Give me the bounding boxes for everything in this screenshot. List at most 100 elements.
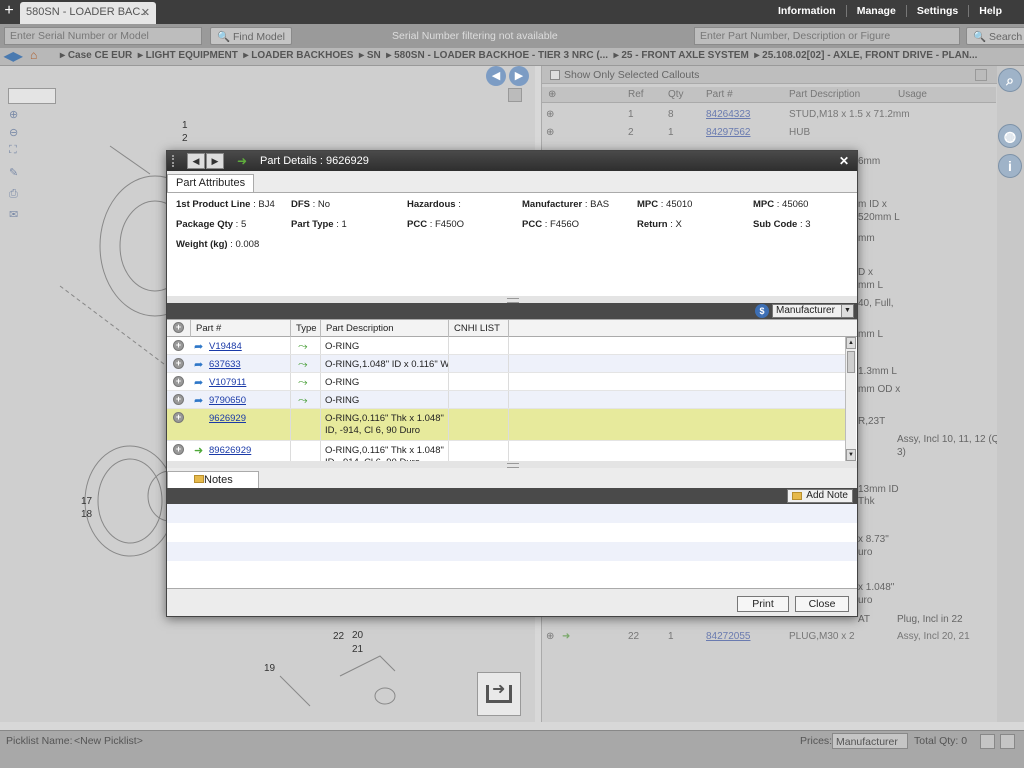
table-row[interactable]: + ➜ 89626929 O-RING,0.116" Thk x 1.048" …: [167, 441, 845, 461]
column-type[interactable]: Type: [291, 320, 321, 337]
close-tab-icon[interactable]: ✕: [141, 6, 150, 19]
chevron-down-icon[interactable]: ▼: [841, 305, 853, 317]
prev-figure-button[interactable]: ◀: [486, 66, 506, 86]
tab-part-attributes[interactable]: Part Attributes: [167, 174, 255, 192]
column-cnhi-list[interactable]: CNHI LIST: [449, 320, 509, 337]
print-icon[interactable]: ⎙: [9, 188, 23, 200]
add-all-icon[interactable]: ⊕: [548, 89, 556, 100]
home-icon[interactable]: ⌂: [30, 48, 37, 62]
add-all-icon[interactable]: +: [167, 320, 191, 337]
table-row[interactable]: + ➦ V19484 ⤳ O-RING: [167, 337, 845, 355]
part-number-link[interactable]: V107911: [209, 377, 246, 388]
highlight-icon[interactable]: ✎: [9, 166, 23, 179]
breadcrumb-item[interactable]: ▸ 580SN - LOADER BACKHOE - TIER 3 NRC (.…: [384, 50, 608, 61]
diagram-option-icon[interactable]: [508, 88, 522, 102]
callout-label[interactable]: 1: [182, 120, 188, 131]
panel-splitter[interactable]: [167, 296, 857, 303]
add-row-icon[interactable]: +: [173, 394, 184, 405]
scroll-up-icon[interactable]: ▲: [846, 337, 856, 349]
add-note-button[interactable]: Add Note: [787, 489, 853, 503]
add-to-picklist-icon[interactable]: ➜: [477, 672, 521, 716]
grid-scrollbar[interactable]: ▲ ▼: [845, 337, 856, 461]
add-row-icon[interactable]: +: [173, 444, 184, 455]
diagram-view-tab[interactable]: [8, 88, 56, 104]
breadcrumb-item[interactable]: ▸ SN: [356, 50, 381, 61]
breadcrumb-item[interactable]: ▸ 25.108.02[02] - AXLE, FRONT DRIVE - PL…: [752, 50, 977, 61]
table-row[interactable]: ⊕ 1 8 84264323 STUD,M18 x 1.5 x 71.2mm: [542, 106, 996, 124]
table-row[interactable]: ⊕ ➜ 22 1 84272055 PLUG,M30 x 2 Assy, Inc…: [542, 628, 996, 646]
part-number-link[interactable]: 9790650: [209, 395, 246, 406]
table-row-selected[interactable]: + 9626929 O-RING,0.116" Thk x 1.048" ID,…: [167, 409, 845, 441]
menu-manage[interactable]: Manage: [845, 5, 906, 17]
fit-icon[interactable]: ⛶: [9, 144, 23, 156]
callout-label[interactable]: 2: [182, 133, 188, 144]
add-row-icon[interactable]: ⊕: [546, 127, 554, 138]
part-number-link[interactable]: 89626929: [209, 445, 251, 456]
search-icon[interactable]: ⌕: [998, 68, 1022, 92]
part-number-link[interactable]: 637633: [209, 359, 241, 370]
show-selected-checkbox[interactable]: [550, 70, 560, 80]
part-search-input[interactable]: Enter Part Number, Description or Figure: [694, 27, 960, 45]
picklist-name-field[interactable]: <New Picklist>: [74, 735, 143, 747]
column-usage[interactable]: Usage: [898, 89, 927, 100]
breadcrumb-item[interactable]: ▸ LOADER BACKHOES: [241, 50, 353, 61]
print-button[interactable]: Print: [737, 596, 789, 612]
part-number-link[interactable]: V19484: [209, 341, 242, 352]
callout-label[interactable]: 22: [333, 631, 344, 642]
part-number-link[interactable]: 9626929: [209, 413, 246, 424]
column-part[interactable]: Part #: [706, 89, 733, 100]
serial-input[interactable]: Enter Serial Number or Model: [4, 27, 202, 45]
table-row[interactable]: + ➦ 637633 ⤳ O-RING,1.048" ID x 0.116" W…: [167, 355, 845, 373]
zoom-in-icon[interactable]: ⊕: [9, 108, 23, 121]
next-figure-button[interactable]: ▶: [509, 66, 529, 86]
globe-icon[interactable]: ◍: [998, 124, 1022, 148]
close-button[interactable]: Close: [795, 596, 849, 612]
menu-help[interactable]: Help: [968, 5, 1012, 17]
tab-notes[interactable]: Notes: [167, 471, 259, 489]
row-part-link[interactable]: 84264323: [706, 109, 751, 120]
table-row[interactable]: + ➦ 9790650 ⤳ O-RING: [167, 391, 845, 409]
dialog-title-bar[interactable]: ◀ ▶ ➜ Part Details : 9626929 ✕: [167, 151, 857, 171]
zoom-out-icon[interactable]: ⊖: [9, 126, 23, 139]
table-row[interactable]: + ➦ V107911 ⤳ O-RING: [167, 373, 845, 391]
drag-handle-icon[interactable]: [172, 155, 178, 167]
column-description[interactable]: Part Description: [321, 320, 449, 337]
picklist-open-icon[interactable]: [980, 734, 995, 749]
column-qty[interactable]: Qty: [668, 89, 684, 100]
price-source-select[interactable]: Manufacturer ▼: [772, 304, 854, 318]
add-row-icon[interactable]: +: [173, 412, 184, 423]
callout-label[interactable]: 18: [81, 509, 92, 520]
panel-splitter[interactable]: [167, 461, 857, 468]
next-part-button[interactable]: ▶: [206, 153, 224, 169]
row-part-link[interactable]: 84297562: [706, 127, 751, 138]
add-row-icon[interactable]: +: [173, 376, 184, 387]
find-model-button[interactable]: 🔍 Find Model: [210, 27, 292, 45]
callout-label[interactable]: 17: [81, 496, 92, 507]
add-row-icon[interactable]: +: [173, 358, 184, 369]
parts-list-option-icon[interactable]: [975, 69, 987, 81]
info-icon[interactable]: i: [998, 154, 1022, 178]
column-description[interactable]: Part Description: [789, 89, 860, 100]
picklist-new-icon[interactable]: [1000, 734, 1015, 749]
column-ref[interactable]: Ref: [628, 89, 644, 100]
close-icon[interactable]: ✕: [839, 154, 849, 168]
callout-label[interactable]: 20: [352, 630, 363, 641]
new-tab-button[interactable]: +: [0, 0, 18, 24]
back-forward-icon[interactable]: ◀▶: [4, 49, 22, 63]
table-row[interactable]: ⊕ 2 1 84297562 HUB: [542, 124, 996, 142]
prices-select[interactable]: Manufacturer: [832, 733, 908, 749]
menu-information[interactable]: Information: [768, 5, 846, 17]
breadcrumb-item[interactable]: ▸ Case CE EUR: [60, 50, 132, 61]
search-button[interactable]: 🔍 Search: [966, 27, 1024, 45]
prev-part-button[interactable]: ◀: [187, 153, 205, 169]
callout-label[interactable]: 21: [352, 644, 363, 655]
email-icon[interactable]: ✉: [9, 208, 23, 221]
add-row-icon[interactable]: ⊕: [546, 631, 554, 642]
menu-settings[interactable]: Settings: [905, 5, 968, 17]
breadcrumb-item[interactable]: ▸ LIGHT EQUIPMENT: [135, 50, 238, 61]
column-part-number[interactable]: Part #: [191, 320, 291, 337]
callout-label[interactable]: 19: [264, 663, 275, 674]
document-tab[interactable]: 580SN - LOADER BAC... ✕: [20, 2, 156, 24]
add-row-icon[interactable]: +: [173, 340, 184, 351]
scroll-thumb[interactable]: [847, 351, 855, 373]
